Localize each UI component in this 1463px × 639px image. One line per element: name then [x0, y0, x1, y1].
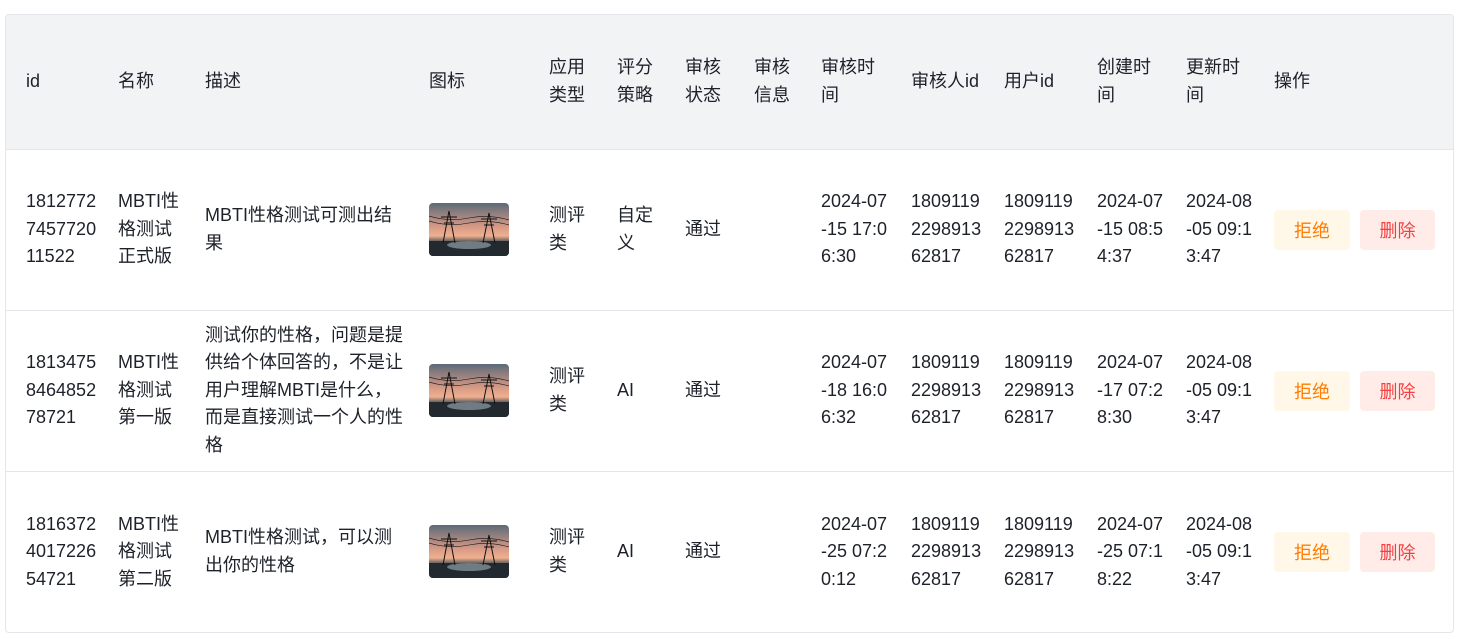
column-header-actions[interactable]: 操作: [1254, 15, 1453, 150]
cell-scoring-strategy: AI: [617, 541, 635, 561]
reject-button[interactable]: 拒绝: [1274, 209, 1350, 250]
app-icon-image[interactable]: [429, 203, 509, 256]
cell-update-time: 2024-08-05 09:13:47: [1166, 310, 1254, 472]
table-row: 1812772745772011522 MBTI性格测试正式版 MBTI性格测试…: [6, 149, 1453, 311]
column-header-update-time[interactable]: 更新时间: [1166, 15, 1254, 150]
column-header-review-message[interactable]: 审核信息: [734, 15, 801, 150]
cell-description: MBTI性格测试可测出结果: [185, 149, 409, 311]
cell-name: MBTI性格测试第一版: [98, 310, 185, 472]
cell-review-time: 2024-07-18 16:06:32: [801, 310, 891, 472]
cell-user-id: 1809119229891362817: [984, 149, 1077, 311]
column-header-reviewer-id[interactable]: 审核人id: [891, 15, 984, 150]
cell-reviewer-id: 1809119229891362817: [911, 513, 982, 589]
cell-id: 1816372401722654721: [26, 513, 97, 589]
column-header-description[interactable]: 描述: [185, 15, 409, 150]
cell-name: MBTI性格测试第二版: [118, 513, 179, 589]
cell-name: MBTI性格测试正式版: [98, 149, 185, 311]
cell-id: 1812772745772011522: [6, 149, 98, 311]
row-actions: 拒绝 删除: [1274, 370, 1453, 411]
column-header-user-id[interactable]: 用户id: [984, 15, 1077, 150]
column-header-id[interactable]: id: [6, 15, 98, 150]
app-icon-image[interactable]: [429, 525, 509, 578]
cell-app-type: 测评类: [529, 310, 597, 472]
row-actions: 拒绝 删除: [1274, 531, 1453, 572]
cell-review-time: 2024-07-25 07:20:12: [821, 513, 888, 589]
cell-description: MBTI性格测试，可以测出你的性格: [205, 527, 392, 575]
cell-review-status: 通过: [685, 541, 721, 561]
table-header-row: id 名称 描述 图标 应用类型 评分策略 审核状态 审核信息 审核时间 审核人…: [6, 15, 1453, 150]
cell-scoring-strategy: AI: [597, 310, 665, 472]
data-table: id 名称 描述 图标 应用类型 评分策略 审核状态 审核信息 审核时间 审核人…: [6, 15, 1453, 632]
cell-reviewer-id: 1809119229891362817: [891, 149, 984, 311]
app-icon-image[interactable]: [429, 364, 509, 417]
cell-app-type: 测评类: [529, 149, 597, 311]
app-review-table: id 名称 描述 图标 应用类型 评分策略 审核状态 审核信息 审核时间 审核人…: [5, 14, 1454, 633]
column-header-review-status[interactable]: 审核状态: [665, 15, 734, 150]
table-row: 1813475846485278721 MBTI性格测试第一版 测试你的性格，问…: [6, 310, 1453, 472]
cell-id: 1813475846485278721: [6, 310, 98, 472]
delete-button[interactable]: 删除: [1360, 370, 1435, 411]
delete-button[interactable]: 删除: [1360, 209, 1435, 250]
cell-scoring-strategy: 自定义: [597, 149, 665, 311]
row-actions: 拒绝 删除: [1274, 209, 1453, 250]
cell-create-time: 2024-07-15 08:54:37: [1077, 149, 1166, 311]
cell-review-time: 2024-07-15 17:06:30: [801, 149, 891, 311]
cell-review-status: 通过: [665, 310, 734, 472]
cell-user-id: 1809119229891362817: [984, 310, 1077, 472]
column-header-create-time[interactable]: 创建时间: [1077, 15, 1166, 150]
cell-app-type: 测评类: [549, 527, 585, 575]
cell-create-time: 2024-07-17 07:28:30: [1077, 310, 1166, 472]
delete-button[interactable]: 删除: [1360, 531, 1435, 572]
column-header-scoring-strategy[interactable]: 评分策略: [597, 15, 665, 150]
cell-reviewer-id: 1809119229891362817: [891, 310, 984, 472]
cell-review-message: [734, 149, 801, 311]
column-header-app-type[interactable]: 应用类型: [529, 15, 597, 150]
cell-review-message: [734, 310, 801, 472]
column-header-icon[interactable]: 图标: [409, 15, 529, 150]
cell-description: 测试你的性格，问题是提供给个体回答的，不是让用户理解MBTI是什么，而是直接测试…: [185, 310, 409, 472]
cell-create-time: 2024-07-25 07:18:22: [1097, 513, 1164, 589]
cell-update-time: 2024-08-05 09:13:47: [1166, 149, 1254, 311]
reject-button[interactable]: 拒绝: [1274, 370, 1350, 411]
column-header-name[interactable]: 名称: [98, 15, 185, 150]
cell-update-time: 2024-08-05 09:13:47: [1186, 513, 1253, 589]
cell-user-id: 1809119229891362817: [1004, 513, 1075, 589]
reject-button[interactable]: 拒绝: [1274, 531, 1350, 572]
cell-review-status: 通过: [665, 149, 734, 311]
table-row: 1816372401722654721 MBTI性格测试第二版 MBTI性格测试…: [6, 471, 1453, 632]
column-header-review-time[interactable]: 审核时间: [801, 15, 891, 150]
cell-review-message: [734, 471, 801, 632]
